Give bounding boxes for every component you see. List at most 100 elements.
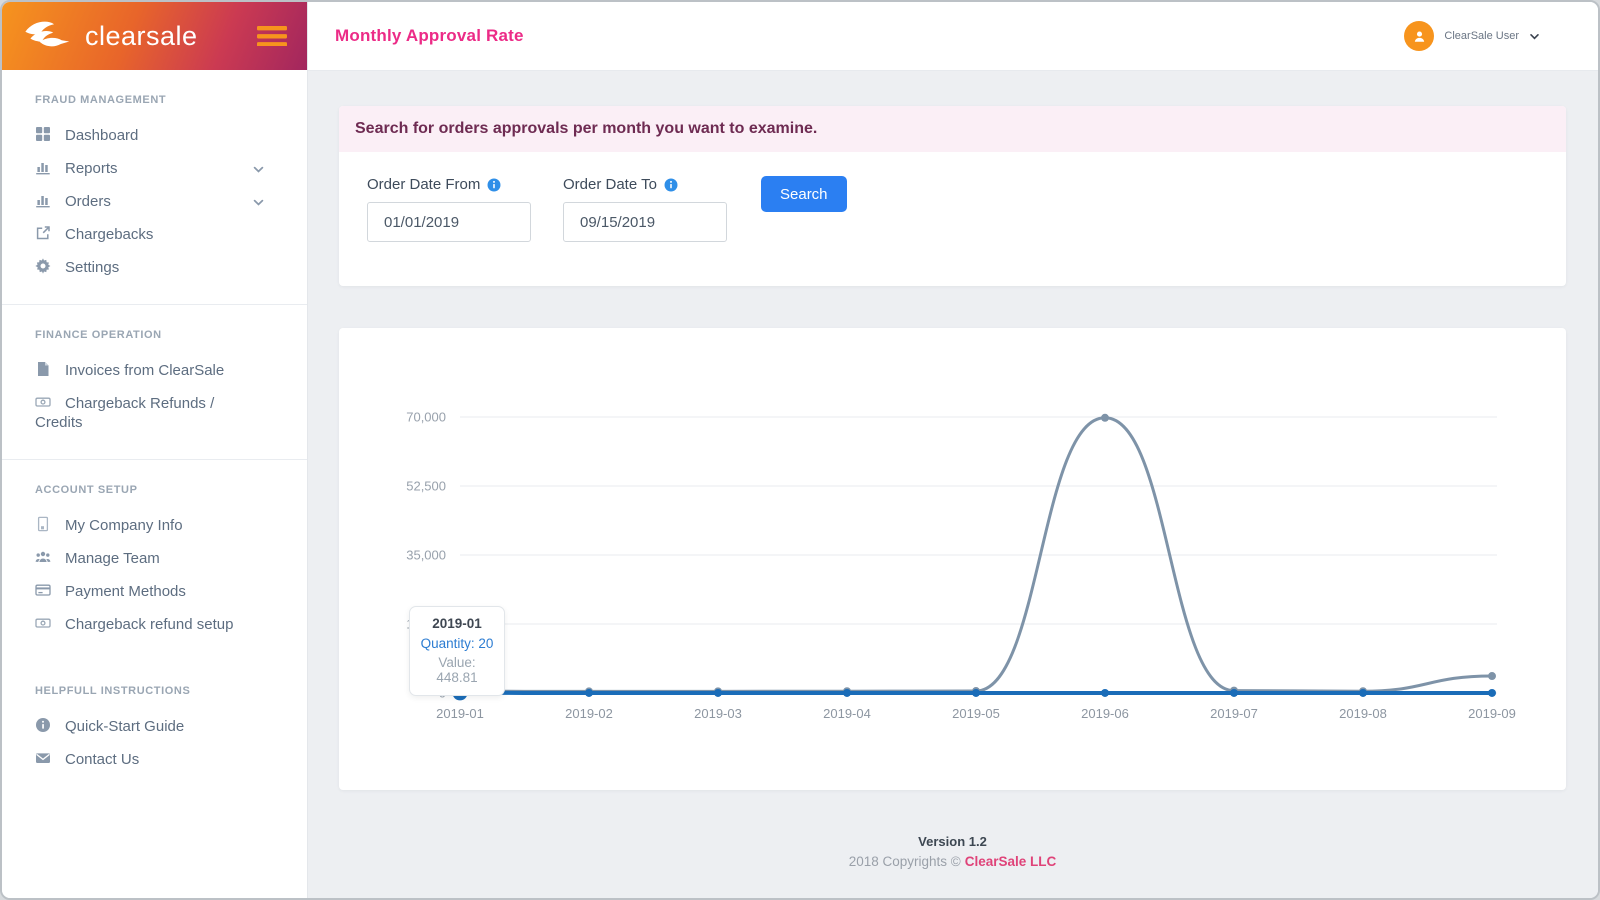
- search-panel: Search for orders approvals per month yo…: [339, 106, 1566, 286]
- svg-text:2019-03: 2019-03: [694, 706, 742, 721]
- order-date-from-label-text: Order Date From: [367, 176, 481, 193]
- user-icon: [1414, 31, 1425, 42]
- svg-text:52,500: 52,500: [406, 479, 446, 494]
- svg-text:35,000: 35,000: [406, 548, 446, 563]
- chevron-down-icon[interactable]: [252, 195, 265, 208]
- sidebar-item-settings[interactable]: Settings: [2, 251, 307, 284]
- sidebar-item-label: Chargeback Refunds / Credits: [35, 395, 215, 431]
- search-banner: Search for orders approvals per month yo…: [339, 106, 1566, 152]
- footer-version: Version 1.2: [918, 834, 987, 849]
- copyright-brand[interactable]: ClearSale LLC: [965, 854, 1057, 869]
- sidebar-item-label: Dashboard: [65, 127, 139, 144]
- bird-logo-icon: [25, 21, 70, 47]
- sidebar-item-my-company-info[interactable]: My Company Info: [2, 509, 307, 542]
- clearsale-logo[interactable]: clearsale: [22, 18, 198, 54]
- order-date-from-label: Order Date From: [367, 176, 531, 193]
- svg-text:2019-08: 2019-08: [1339, 706, 1387, 721]
- sidebar-item-label: My Company Info: [65, 517, 183, 534]
- svg-text:2019-06: 2019-06: [1081, 706, 1129, 721]
- sidebar-section-title: HELPFULL INSTRUCTIONS: [35, 685, 191, 697]
- sidebar-item-payment-methods[interactable]: Payment Methods: [2, 575, 307, 608]
- sidebar-header: clearsale: [2, 2, 307, 70]
- sidebar-section-title: FINANCE OPERATION: [35, 329, 162, 341]
- sidebar-section-title: ACCOUNT SETUP: [35, 484, 138, 496]
- sidebar-section: FRAUD MANAGEMENT Dashboard Reports Orders Ch…: [2, 70, 307, 304]
- svg-text:2019-05: 2019-05: [952, 706, 1000, 721]
- sidebar-item-quick-start-guide[interactable]: Quick-Start Guide: [2, 710, 307, 743]
- footer: Version 1.2 2018 Copyrights © ClearSale L…: [339, 834, 1566, 869]
- sidebar-item-chargeback-refunds-credits[interactable]: Chargeback Refunds / Credits: [2, 387, 307, 439]
- chart-tooltip: 2019-01 Quantity: 20 Value: 448.81: [409, 606, 505, 696]
- dashboard-grid-icon: [35, 126, 52, 142]
- sidebar-item-label: Payment Methods: [65, 583, 186, 600]
- sidebar-item-label: Chargebacks: [65, 226, 154, 243]
- sidebar-item-invoices-from-clearsale[interactable]: Invoices from ClearSale: [2, 354, 307, 387]
- user-name: ClearSale User: [1444, 30, 1519, 42]
- sidebar-item-label: Chargeback refund setup: [65, 616, 234, 633]
- approval-rate-chart[interactable]: 017,50035,00052,50070,0002019-012019-022…: [339, 328, 1570, 790]
- gear-icon: [35, 258, 52, 274]
- banknote-icon: [35, 615, 52, 631]
- sidebar-item-contact-us[interactable]: Contact Us: [2, 743, 307, 776]
- content: Search for orders approvals per month yo…: [307, 70, 1598, 898]
- sidebar-section: ACCOUNT SETUP My Company Info Manage Team P…: [2, 459, 307, 661]
- svg-text:2019-01: 2019-01: [436, 706, 484, 721]
- sidebar-section-title: FRAUD MANAGEMENT: [35, 94, 167, 106]
- sidebar-item-label: Reports: [65, 160, 118, 177]
- sidebar-item-manage-team[interactable]: Manage Team: [2, 542, 307, 575]
- chart-card: 017,50035,00052,50070,0002019-012019-022…: [339, 328, 1566, 790]
- sidebar: clearsale FRAUD MANAGEMENT Dashboard Repor…: [2, 2, 307, 898]
- credit-card-icon: [35, 582, 52, 598]
- order-date-to-input[interactable]: [563, 202, 727, 242]
- sidebar-item-reports[interactable]: Reports: [2, 152, 307, 185]
- order-date-from-field: Order Date From: [367, 176, 531, 242]
- sidebar-section: HELPFULL INSTRUCTIONS Quick-Start Guide Co…: [2, 661, 307, 796]
- sidebar-item-label: Contact Us: [65, 751, 140, 768]
- sidebar-nav: FRAUD MANAGEMENT Dashboard Reports Orders Ch…: [2, 70, 307, 796]
- hamburger-menu-icon[interactable]: [257, 25, 287, 47]
- bar-chart-icon: [35, 159, 52, 175]
- info-icon[interactable]: [664, 178, 678, 192]
- order-date-to-label: Order Date To: [563, 176, 727, 193]
- invoice-icon: [35, 361, 52, 377]
- bar-chart-icon: [35, 192, 52, 208]
- sidebar-item-label: Invoices from ClearSale: [65, 362, 225, 379]
- tooltip-quantity: Quantity: 20: [420, 636, 494, 651]
- topbar: Monthly Approval Rate ClearSale User: [307, 2, 1598, 70]
- footer-copyright: 2018 Copyrights © ClearSale LLC: [339, 854, 1566, 869]
- tooltip-month: 2019-01: [432, 616, 482, 631]
- search-banner-text: Search for orders approvals per month yo…: [355, 120, 818, 137]
- sidebar-item-label: Quick-Start Guide: [65, 718, 185, 735]
- sidebar-item-chargeback-refund-setup[interactable]: Chargeback refund setup: [2, 608, 307, 641]
- order-date-to-label-text: Order Date To: [563, 176, 657, 193]
- main-area: Monthly Approval Rate ClearSale User Sea…: [307, 2, 1598, 898]
- order-date-from-input[interactable]: [367, 202, 531, 242]
- team-icon: [35, 549, 52, 565]
- svg-text:2019-04: 2019-04: [823, 706, 871, 721]
- search-form: Order Date From Order Date To Search: [339, 152, 1566, 286]
- app-window: clearsale FRAUD MANAGEMENT Dashboard Repor…: [0, 0, 1600, 900]
- company-icon: [35, 516, 52, 532]
- order-date-to-field: Order Date To: [563, 176, 727, 242]
- user-menu[interactable]: ClearSale User: [1404, 21, 1540, 51]
- sidebar-item-chargebacks[interactable]: Chargebacks: [2, 218, 307, 251]
- svg-text:2019-09: 2019-09: [1468, 706, 1516, 721]
- svg-text:2019-02: 2019-02: [565, 706, 613, 721]
- share-icon: [35, 225, 52, 241]
- sidebar-item-label: Orders: [65, 193, 111, 210]
- svg-text:70,000: 70,000: [406, 410, 446, 425]
- info-icon[interactable]: [487, 178, 501, 192]
- page-title: Monthly Approval Rate: [335, 26, 524, 45]
- copyright-text: 2018 Copyrights ©: [848, 854, 961, 869]
- sidebar-item-dashboard[interactable]: Dashboard: [2, 119, 307, 152]
- search-button[interactable]: Search: [761, 176, 847, 212]
- sidebar-item-label: Settings: [65, 259, 120, 276]
- chevron-down-icon: [1530, 33, 1539, 40]
- sidebar-item-label: Manage Team: [65, 550, 160, 567]
- sidebar-item-orders[interactable]: Orders: [2, 185, 307, 218]
- envelope-icon: [35, 750, 52, 766]
- info-circle-icon: [35, 717, 52, 733]
- sidebar-section: FINANCE OPERATION Invoices from ClearSale…: [2, 304, 307, 459]
- chevron-down-icon[interactable]: [252, 162, 265, 175]
- banknote-icon: [35, 394, 52, 410]
